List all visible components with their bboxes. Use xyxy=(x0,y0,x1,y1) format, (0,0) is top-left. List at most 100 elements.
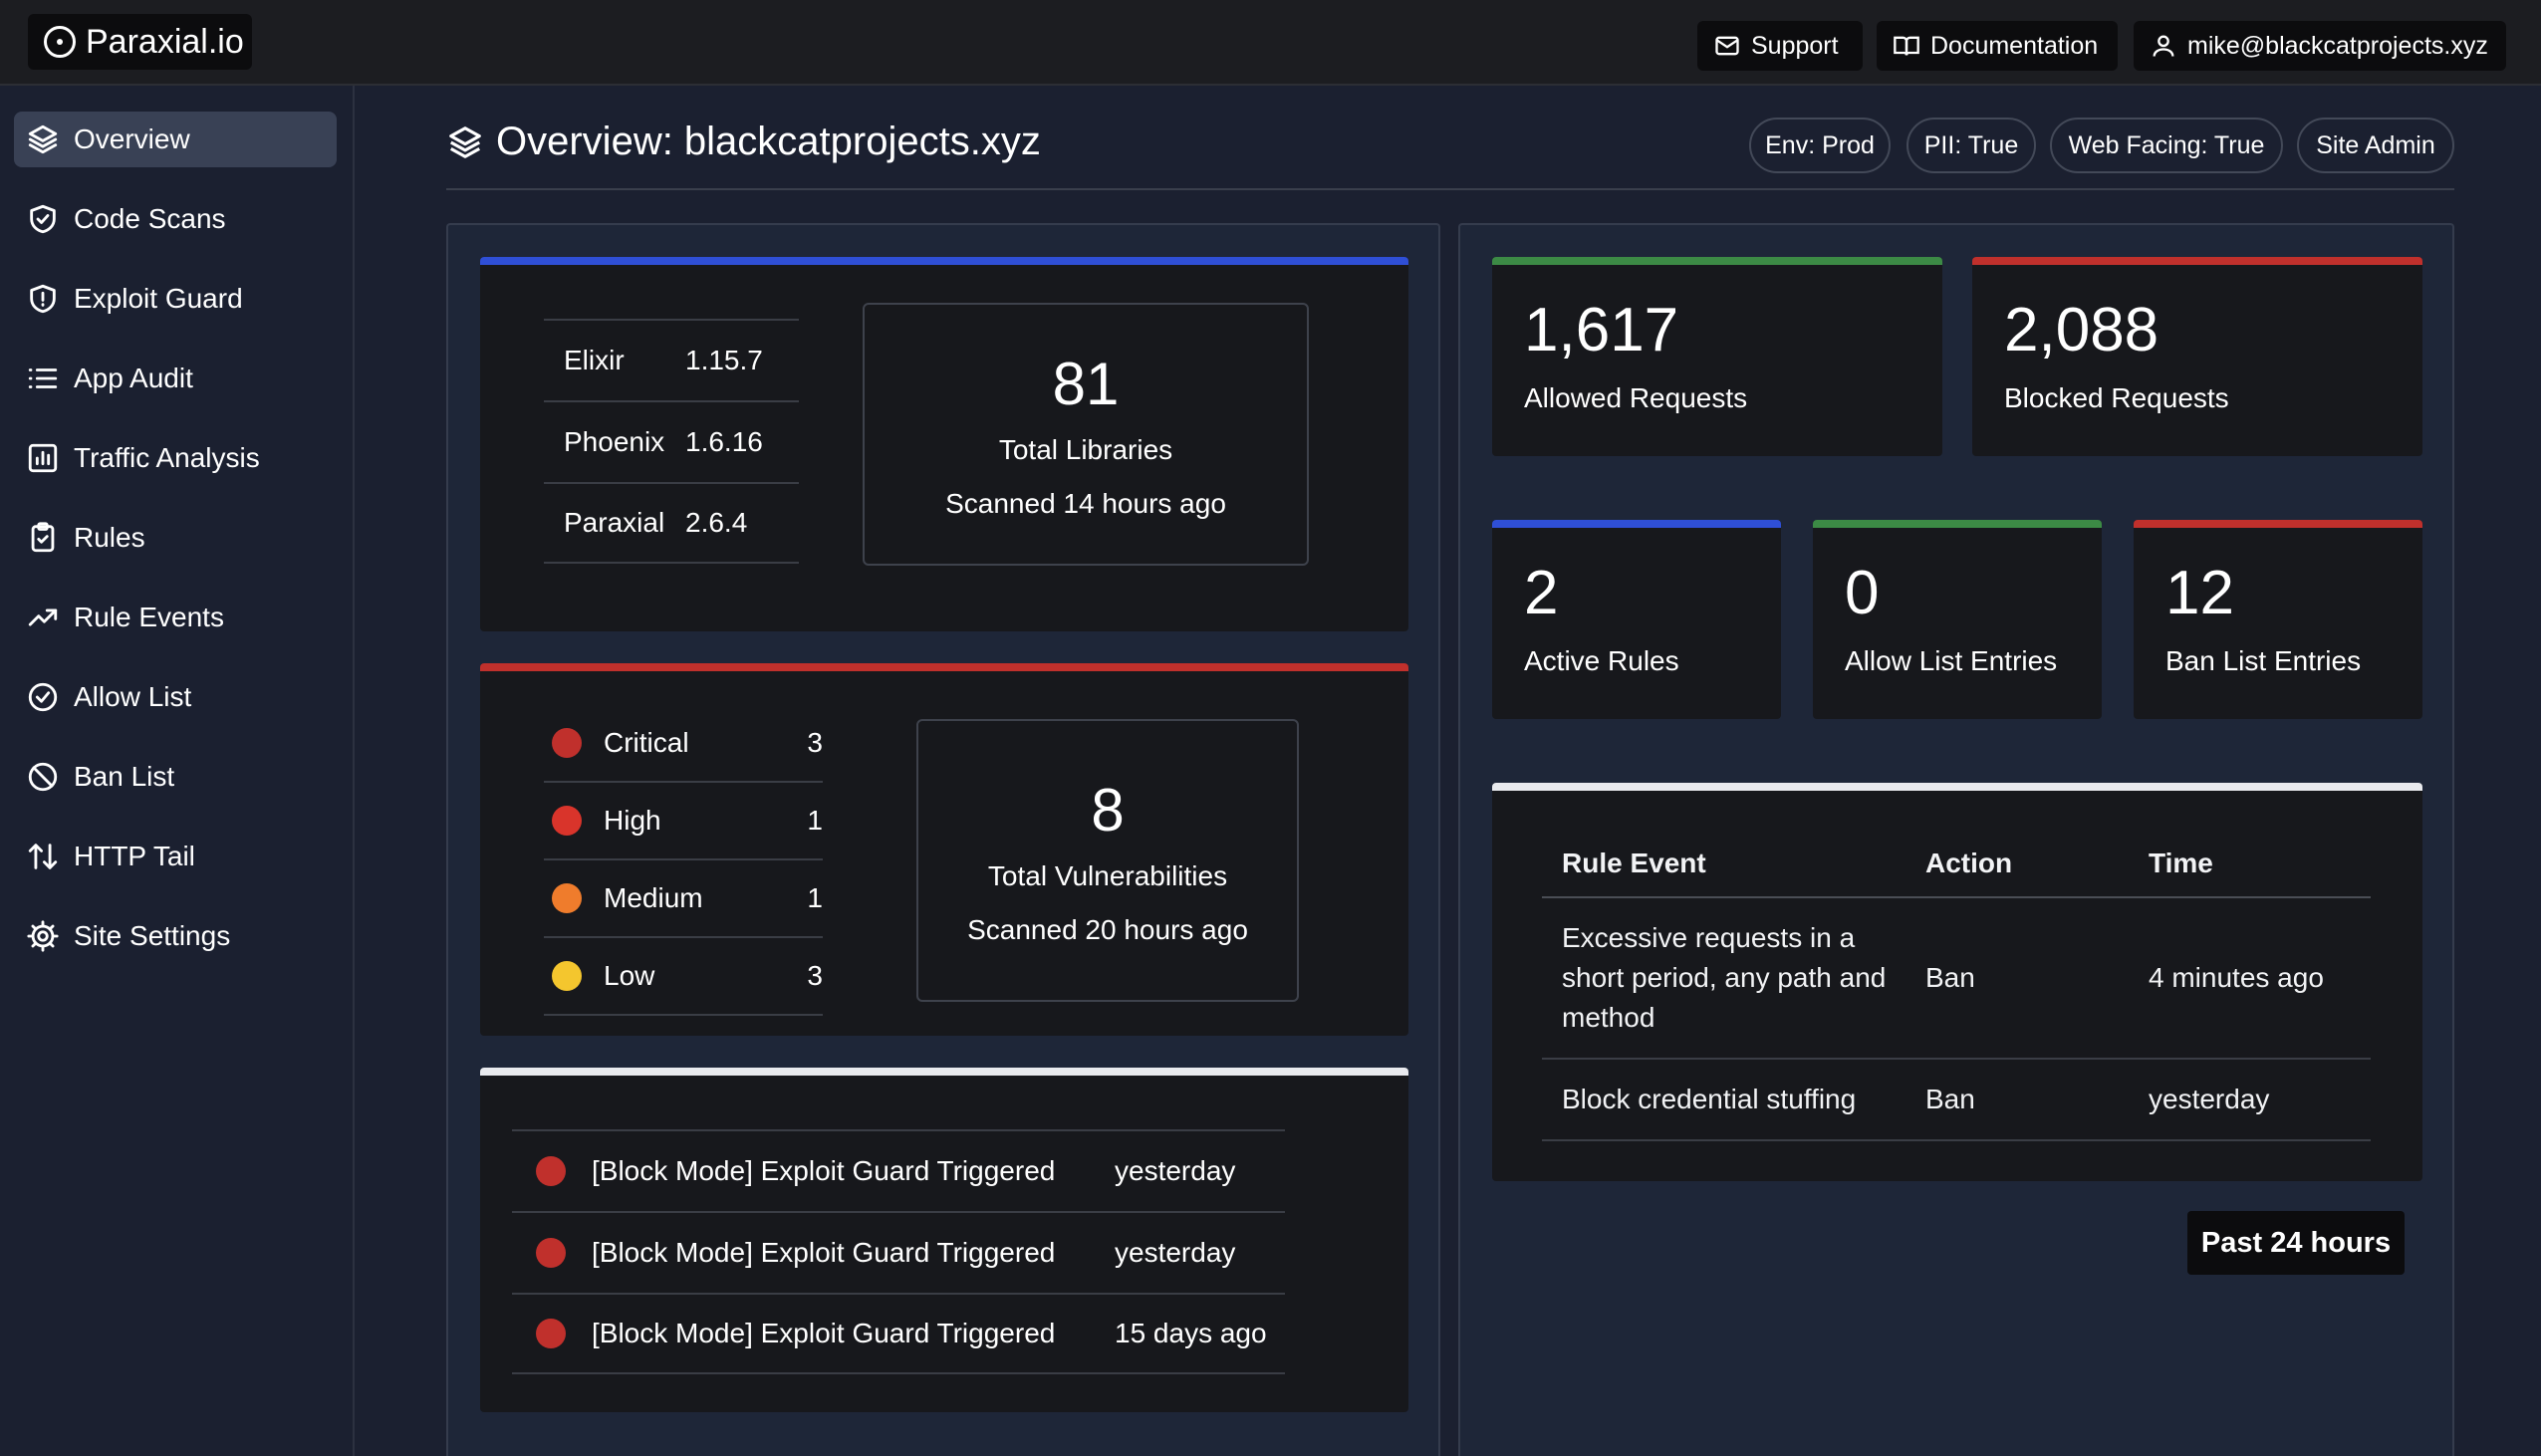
column-header-action: Action xyxy=(1925,848,2013,878)
pii-chip: PII: True xyxy=(1906,118,2036,173)
sidebar-item-label: Traffic Analysis xyxy=(74,442,260,473)
support-button[interactable]: Support xyxy=(1697,21,1863,71)
vulnerabilities-scanned-time: Scanned 20 hours ago xyxy=(967,913,1248,945)
rule-event-time: 4 minutes ago xyxy=(2149,962,2324,993)
severity-dot xyxy=(552,728,582,758)
time-range-button[interactable]: Past 24 hours xyxy=(2187,1211,2405,1275)
severity-count: 1 xyxy=(807,882,823,913)
layers-icon xyxy=(449,125,481,158)
list-item[interactable]: [Block Mode] Exploit Guard Triggered 15 … xyxy=(512,1293,1285,1374)
version-value: 1.6.16 xyxy=(685,426,763,457)
allowed-requests-count: 1,617 xyxy=(1524,296,1679,364)
event-message: [Block Mode] Exploit Guard Triggered xyxy=(592,1155,1056,1186)
sidebar-item-overview[interactable]: Overview xyxy=(14,112,337,167)
layers-icon xyxy=(28,124,58,154)
table-row[interactable]: Block credential stuffing Ban yesterday xyxy=(1542,1060,2371,1141)
severity-dot xyxy=(552,961,582,991)
sidebar-item-label: Exploit Guard xyxy=(74,283,243,314)
severity-table: Critical 3 High 1 Medium 1 Low 3 xyxy=(544,705,823,1016)
severity-name: Critical xyxy=(604,727,689,758)
libraries-card: Elixir 1.15.7 Phoenix 1.6.16 Paraxial 2.… xyxy=(480,257,1408,631)
column-header-time: Time xyxy=(2149,848,2213,878)
severity-row: Critical 3 xyxy=(544,705,823,783)
shield-alert-icon xyxy=(30,284,56,314)
sidebar-item-ban-list[interactable]: Ban List xyxy=(14,749,337,805)
severity-dot xyxy=(552,883,582,913)
event-time: yesterday xyxy=(1115,1155,1236,1186)
web-facing-chip: Web Facing: True xyxy=(2050,118,2283,173)
brand-logo[interactable]: Paraxial.io xyxy=(28,14,252,70)
mail-icon xyxy=(1715,36,1739,56)
active-rules-count: 2 xyxy=(1524,559,1559,627)
sidebar-item-site-settings[interactable]: Site Settings xyxy=(14,908,337,964)
blocked-requests-card[interactable]: 2,088 Blocked Requests xyxy=(1972,257,2422,456)
total-vulnerabilities-box[interactable]: 8 Total Vulnerabilities Scanned 20 hours… xyxy=(916,719,1299,1002)
card-accent-bar xyxy=(480,1068,1408,1076)
table-row[interactable]: Excessive requests in a short period, an… xyxy=(1542,898,2371,1060)
ban-icon xyxy=(28,762,58,792)
user-email: mike@blackcatprojects.xyz xyxy=(2187,31,2488,60)
sidebar-item-app-audit[interactable]: App Audit xyxy=(14,351,337,406)
card-accent-bar xyxy=(1972,257,2422,265)
sidebar-item-code-scans[interactable]: Code Scans xyxy=(14,191,337,247)
sidebar-item-rules[interactable]: Rules xyxy=(14,510,337,566)
sidebar-item-label: Code Scans xyxy=(74,203,226,234)
total-libraries-label: Total Libraries xyxy=(998,433,1173,465)
severity-count: 3 xyxy=(807,727,823,758)
blocked-requests-count: 2,088 xyxy=(2004,296,2160,364)
severity-name: Medium xyxy=(604,882,703,913)
ban-list-label: Ban List Entries xyxy=(2165,645,2362,676)
status-dot xyxy=(536,1319,566,1348)
title-divider xyxy=(446,188,2454,190)
severity-row: High 1 xyxy=(544,783,823,860)
sidebar-item-exploit-guard[interactable]: Exploit Guard xyxy=(14,271,337,327)
sidebar-item-traffic-analysis[interactable]: Traffic Analysis xyxy=(14,430,337,486)
check-circle-icon xyxy=(28,682,58,712)
bar-chart-icon xyxy=(28,443,58,473)
user-icon xyxy=(2153,35,2174,57)
brand-name: Paraxial.io xyxy=(86,22,244,61)
card-accent-bar xyxy=(2134,520,2422,528)
severity-row: Medium 1 xyxy=(544,860,823,938)
allow-list-count: 0 xyxy=(1845,559,1880,627)
ban-list-card[interactable]: 12 Ban List Entries xyxy=(2134,520,2422,719)
allowed-requests-card[interactable]: 1,617 Allowed Requests xyxy=(1492,257,1942,456)
rule-events-card: Rule Event Action Time Excessive request… xyxy=(1492,783,2422,1181)
table-row: Elixir 1.15.7 xyxy=(544,319,799,400)
allow-list-card[interactable]: 0 Allow List Entries xyxy=(1813,520,2102,719)
vulnerabilities-card: Critical 3 High 1 Medium 1 Low 3 8 Total… xyxy=(480,663,1408,1036)
column-header-rule-event: Rule Event xyxy=(1562,848,1706,878)
env-chip: Env: Prod xyxy=(1749,118,1891,173)
active-rules-label: Active Rules xyxy=(1524,645,1679,676)
status-dot xyxy=(536,1238,566,1268)
active-rules-card[interactable]: 2 Active Rules xyxy=(1492,520,1781,719)
status-dot xyxy=(536,1156,566,1186)
rule-event-time: yesterday xyxy=(2149,1084,2270,1114)
versions-table: Elixir 1.15.7 Phoenix 1.6.16 Paraxial 2.… xyxy=(544,319,799,564)
sidebar-item-http-tail[interactable]: HTTP Tail xyxy=(14,829,337,884)
sidebar-item-label: App Audit xyxy=(74,363,193,393)
user-menu-button[interactable]: mike@blackcatprojects.xyz xyxy=(2134,21,2506,71)
book-icon xyxy=(1894,36,1919,56)
severity-row: Low 3 xyxy=(544,938,823,1016)
total-vulnerabilities-label: Total Vulnerabilities xyxy=(987,859,1228,891)
sidebar-item-label: Site Settings xyxy=(74,920,231,951)
sidebar-item-label: Rules xyxy=(74,522,145,553)
rule-event-name: Excessive requests in a short period, an… xyxy=(1562,922,1887,1033)
documentation-button[interactable]: Documentation xyxy=(1877,21,2118,71)
list-item[interactable]: [Block Mode] Exploit Guard Triggered yes… xyxy=(512,1129,1285,1211)
clipboard-icon xyxy=(31,522,55,553)
total-libraries-count: 81 xyxy=(1052,350,1120,417)
severity-dot xyxy=(552,806,582,836)
total-libraries-box[interactable]: 81 Total Libraries Scanned 14 hours ago xyxy=(863,303,1309,566)
sidebar-item-rule-events[interactable]: Rule Events xyxy=(14,590,337,645)
list-item[interactable]: [Block Mode] Exploit Guard Triggered yes… xyxy=(512,1211,1285,1293)
sidebar-item-label: HTTP Tail xyxy=(74,841,195,871)
version-value: 2.6.4 xyxy=(685,507,748,538)
card-accent-bar xyxy=(480,257,1408,265)
severity-count: 1 xyxy=(807,805,823,836)
allowed-requests-label: Allowed Requests xyxy=(1524,382,1748,413)
sidebar-item-allow-list[interactable]: Allow List xyxy=(14,669,337,725)
event-message: [Block Mode] Exploit Guard Triggered xyxy=(592,1318,1056,1348)
site-admin-chip: Site Admin xyxy=(2297,118,2454,173)
